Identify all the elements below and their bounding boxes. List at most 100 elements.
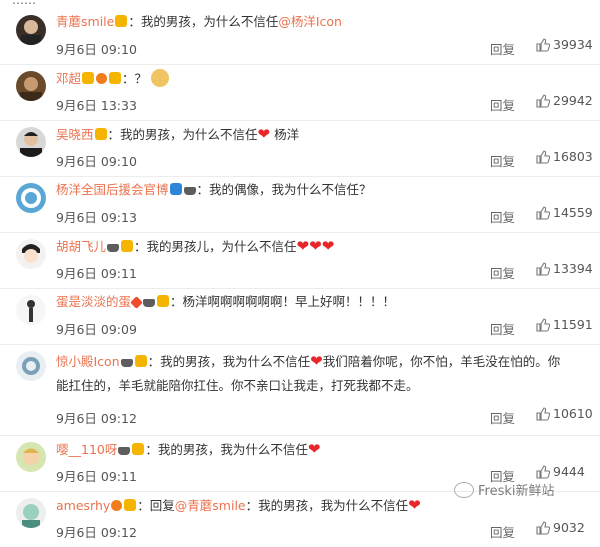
vip-icon [96, 73, 108, 84]
reply-button[interactable]: 回复 [490, 263, 515, 282]
comment-content: 杨洋全国后援会官博 ：我的偶像，我为什么不信任？ [56, 181, 372, 199]
reply-button[interactable]: 回复 [490, 151, 515, 170]
thumbs-up-icon [536, 94, 551, 108]
timestamp: 9月6日 09:13 [56, 210, 137, 225]
avatar[interactable] [16, 127, 46, 157]
timestamp: 9月6日 09:09 [56, 322, 137, 337]
avatar[interactable] [16, 351, 46, 381]
thumbs-up-icon [536, 465, 551, 479]
comment-item: 青蘑smile ：我的男孩，为什么不信任@杨洋Icon 9月6日 09:10 回复… [0, 9, 600, 65]
doge-emoji-icon [151, 69, 170, 87]
comment-text: ：我的男孩儿，为什么不信任 [134, 239, 297, 254]
comment-item: 杨洋全国后援会官博 ：我的偶像，我为什么不信任？ 9月6日 09:13 回复 14… [0, 177, 600, 233]
comment-text: ：？ [122, 71, 148, 86]
heart-emoji-icon: ❤ [309, 237, 322, 255]
thumbs-up-icon [536, 206, 551, 220]
grad-cap-icon [118, 447, 131, 455]
commenter-name[interactable]: 吴晓西 [56, 127, 94, 142]
commenter-name[interactable]: 嘤__110呀 [56, 442, 117, 457]
timestamp: 9月6日 09:11 [56, 266, 137, 281]
like-button[interactable]: 16803 [536, 149, 593, 164]
vip-icon [111, 500, 123, 511]
commenter-name[interactable]: 蛋是淡淡的蛋 [56, 294, 131, 309]
heart-emoji-icon: ❤ [321, 237, 335, 255]
like-count: 10610 [553, 406, 593, 421]
timestamp: 9月6日 09:12 [56, 525, 137, 540]
avatar[interactable] [16, 15, 46, 45]
watermark-text: Freski新鲜站 [478, 484, 555, 499]
like-count: 29942 [553, 93, 593, 108]
commenter-name[interactable]: 邓超 [56, 71, 81, 86]
commenter-name[interactable]: 杨洋全国后援会官博 [56, 182, 169, 197]
heart-emoji-icon: ❤ [408, 496, 421, 514]
like-button[interactable]: 10610 [536, 406, 593, 421]
comment-text: ：杨洋啊啊啊啊啊啊！早上好啊！！！！ [170, 294, 396, 309]
commenter-name[interactable]: 青蘑smile [56, 14, 114, 29]
avatar[interactable] [16, 498, 46, 528]
comment-list: 青蘑smile ：我的男孩，为什么不信任@杨洋Icon 9月6日 09:10 回复… [0, 9, 600, 547]
comment-content: 邓超 ：？ [56, 69, 170, 87]
wechat-logo-icon [454, 482, 474, 498]
timestamp: 9月6日 09:10 [56, 42, 137, 57]
watermark: Freski新鲜站 [454, 480, 555, 499]
avatar[interactable] [16, 71, 46, 101]
comment-content: 吴晓西 ：我的男孩，为什么不信任❤ 杨洋 [56, 125, 299, 143]
comment-text: ：我的男孩，为什么不信任 [128, 14, 279, 29]
comment-item: 惊小殿Icon ：我的男孩，我为什么不信任❤我们陪着你呢，你不怕，羊毛没在怕的。你… [0, 345, 600, 436]
comment-text: ：我的偶像，我为什么不信任？ [196, 182, 372, 197]
like-button[interactable]: 13394 [536, 261, 593, 276]
comment-content: amesrhy ：回复@青蘑smile：我的男孩，我为什么不信任❤ [56, 496, 421, 514]
heart-emoji-icon: ❤ [307, 440, 321, 458]
mention-link[interactable]: @杨洋Icon [278, 14, 342, 29]
like-button[interactable]: 11591 [536, 317, 593, 332]
like-button[interactable]: 14559 [536, 205, 593, 220]
avatar[interactable] [16, 183, 46, 213]
commenter-name[interactable]: amesrhy [56, 498, 110, 513]
avatar[interactable] [16, 239, 46, 269]
avatar[interactable] [16, 295, 46, 325]
reply-button[interactable]: 回复 [490, 319, 515, 338]
commenter-name[interactable]: 胡胡飞儿 [56, 239, 106, 254]
comment-content: 青蘑smile ：我的男孩，为什么不信任@杨洋Icon [56, 13, 342, 31]
comment-item: 邓超 ：？ 9月6日 13:33 回复 29942 [0, 65, 600, 121]
avatar[interactable] [16, 442, 46, 472]
mention-link[interactable]: @青蘑smile [175, 498, 246, 513]
like-count: 9032 [553, 520, 585, 535]
reply-button[interactable]: 回复 [490, 207, 515, 226]
comment-text: 能扛住的，羊毛就能陪你扛住。你不亲口让我走，打死我都不走。 [56, 378, 419, 393]
timestamp: 9月6日 13:33 [56, 98, 137, 113]
like-count: 39934 [553, 37, 593, 52]
like-count: 11591 [553, 317, 593, 332]
cropped-top-text: …… [0, 0, 600, 9]
comment-item: 蛋是淡淡的蛋 ：杨洋啊啊啊啊啊啊！早上好啊！！！！ 9月6日 09:09 回复 1… [0, 289, 600, 345]
thumbs-up-icon [536, 407, 551, 421]
verified-v-icon [169, 183, 182, 195]
grad-cap-icon [143, 299, 156, 307]
medal-badge-icon [157, 295, 170, 307]
medal-badge-icon [121, 240, 134, 252]
like-button[interactable]: 9444 [536, 464, 585, 479]
reply-button[interactable]: 回复 [490, 522, 515, 541]
reply-button[interactable]: 回复 [490, 408, 515, 427]
commenter-name[interactable]: 惊小殿Icon [56, 354, 120, 369]
medal-badge-icon [134, 355, 147, 367]
timestamp: 9月6日 09:11 [56, 469, 137, 484]
like-count: 14559 [553, 205, 593, 220]
thumbs-up-icon [536, 150, 551, 164]
comment-text: 杨洋 [274, 127, 300, 142]
grad-cap-icon [107, 244, 120, 252]
like-button[interactable]: 9032 [536, 520, 585, 535]
comment-text: ：我的男孩，我为什么不信任 [147, 354, 311, 369]
thumbs-up-icon [536, 38, 551, 52]
comment-item: 吴晓西 ：我的男孩，为什么不信任❤ 杨洋 9月6日 09:10 回复 16803 [0, 121, 600, 177]
reply-button[interactable]: 回复 [490, 95, 515, 114]
medal-badge-icon [94, 128, 107, 140]
reply-button[interactable]: 回复 [490, 39, 515, 58]
like-button[interactable]: 29942 [536, 93, 593, 108]
like-count: 16803 [553, 149, 593, 164]
comment-content: 嘤__110呀 ：我的男孩，我为什么不信任❤ [56, 440, 320, 458]
like-button[interactable]: 39934 [536, 37, 593, 52]
comment-item: 胡胡飞儿 ：我的男孩儿，为什么不信任❤❤❤ 9月6日 09:11 回复 13394 [0, 233, 600, 289]
timestamp: 9月6日 09:12 [56, 411, 137, 426]
heart-emoji-icon: ❤ [310, 352, 323, 370]
